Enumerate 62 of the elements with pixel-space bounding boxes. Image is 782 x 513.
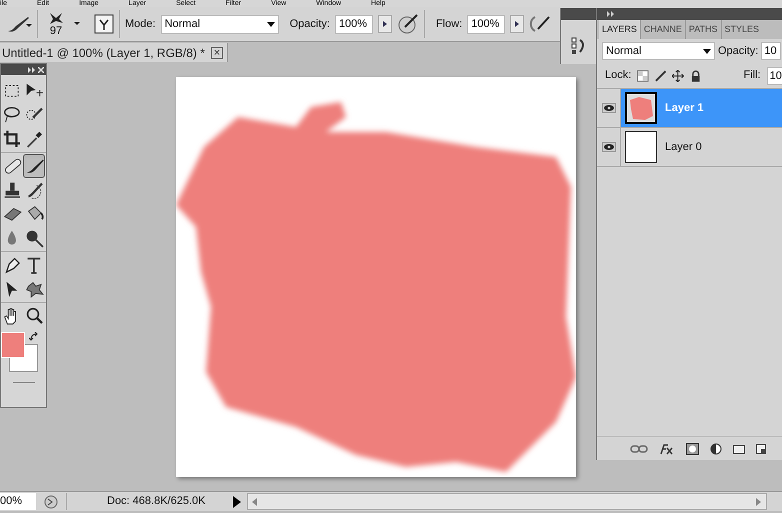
swap-arrows-icon[interactable]	[29, 332, 39, 342]
crop-icon	[2, 129, 22, 149]
collapse-icon[interactable]	[607, 11, 614, 17]
opacity-label: Opacity:	[290, 16, 330, 32]
brush-tool-button[interactable]	[23, 154, 45, 178]
eye-icon[interactable]	[602, 142, 616, 152]
brush-tip-icon[interactable]	[47, 11, 65, 25]
close-icon[interactable]	[38, 66, 44, 72]
right-arrow-icon[interactable]	[756, 498, 762, 506]
new-layer-icon[interactable]	[756, 444, 766, 454]
caret-icon[interactable]	[74, 22, 81, 26]
zoom-icon	[24, 306, 44, 326]
blend-mode-dropdown[interactable]: Normal	[602, 42, 715, 60]
layer-name: Layer 1	[665, 100, 704, 116]
opacity-field[interactable]: 100%	[334, 14, 373, 34]
padlock-icon[interactable]	[690, 70, 702, 82]
mask-icon[interactable]	[686, 442, 699, 454]
arrow-button-icon[interactable]	[510, 15, 524, 33]
caret-icon[interactable]	[266, 22, 275, 26]
brush-panel-icon[interactable]	[94, 14, 114, 34]
layer-thumbnail[interactable]	[625, 92, 657, 124]
fill-field[interactable]: 10	[766, 66, 782, 84]
fill-label: Fill:	[743, 68, 761, 84]
lock-label: Lock:	[605, 68, 632, 84]
lasso-icon	[2, 105, 22, 125]
document-tab[interactable]: Untitled-1 @ 100% (Layer 1, RGB/8) * ×	[0, 43, 228, 62]
shape-icon	[24, 279, 44, 299]
eyedropper-icon	[24, 129, 44, 149]
eye-icon[interactable]	[602, 103, 616, 113]
history-icon[interactable]	[571, 36, 587, 56]
document-title: Untitled-1 @ 100% (Layer 1, RGB/8) *	[2, 44, 205, 62]
pressure-brush-icon[interactable]	[396, 13, 419, 35]
close-button[interactable]: ×	[210, 46, 223, 58]
flow-label: Flow:	[436, 16, 462, 32]
arrow-button-icon[interactable]	[378, 15, 392, 33]
expand-icon[interactable]	[28, 66, 35, 72]
mode-dropdown[interactable]: Normal	[160, 14, 279, 34]
link-icon[interactable]	[630, 444, 648, 452]
fx-effects-icon[interactable]	[659, 442, 675, 454]
adjustment-circle-icon[interactable]	[710, 442, 722, 454]
checker-icon[interactable]	[637, 70, 649, 82]
healing-icon	[2, 156, 22, 176]
opacity-label: Opacity:	[718, 44, 758, 59]
zoom-field[interactable]: 00%	[0, 493, 36, 510]
stamp-icon	[2, 180, 22, 200]
layer-thumbnail[interactable]	[625, 131, 657, 163]
folder-icon[interactable]	[733, 444, 745, 454]
layer-row[interactable]: Layer 0	[597, 128, 782, 167]
layer-name: Layer 0	[665, 140, 702, 155]
caret-icon[interactable]	[703, 48, 711, 54]
mode-label: Mode:	[125, 16, 156, 32]
document-size: Doc: 468.8K/625.0K	[66, 493, 231, 510]
play-arrow-icon[interactable]	[231, 494, 243, 508]
brush-size: 97	[50, 25, 62, 37]
move-arrows-icon[interactable]	[672, 70, 684, 82]
opacity-field[interactable]: 10	[761, 42, 782, 60]
flow-field[interactable]: 100%	[467, 14, 506, 34]
color-swatches-drawing[interactable]	[1, 332, 38, 372]
horizontal-scrollbar[interactable]	[247, 493, 767, 510]
dodge-icon	[24, 228, 44, 248]
panel-tab[interactable]: LAYERS	[599, 20, 640, 39]
left-arrow-icon[interactable]	[252, 498, 258, 506]
